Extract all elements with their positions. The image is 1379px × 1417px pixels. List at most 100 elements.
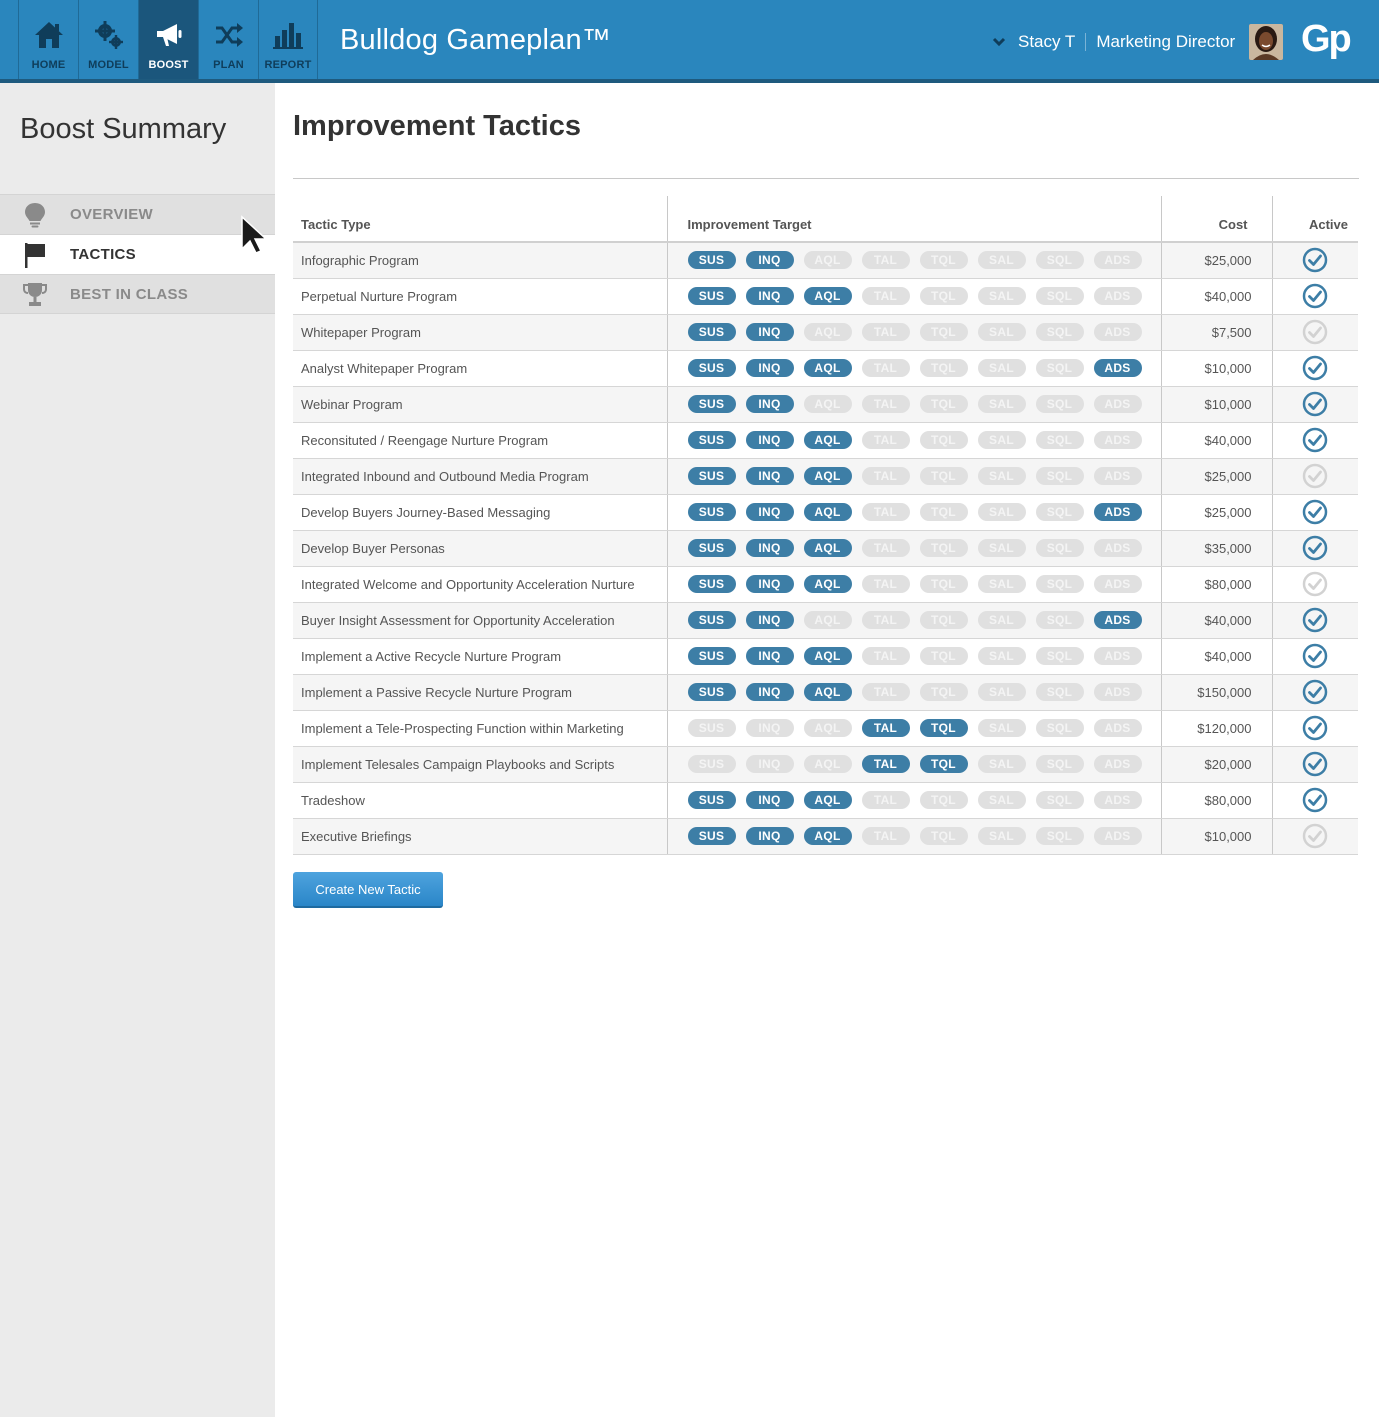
target-pill-tql[interactable]: TQL <box>919 611 968 629</box>
target-pill-tql[interactable]: TQL <box>919 755 968 773</box>
target-pill-inq[interactable]: INQ <box>745 647 794 665</box>
check-circle-active-icon[interactable] <box>1302 355 1328 381</box>
target-pill-sal[interactable]: SAL <box>977 611 1026 629</box>
nav-boost[interactable]: BOOST <box>138 0 198 79</box>
target-pill-aql[interactable]: AQL <box>803 431 852 449</box>
sidebar-item-tactics[interactable]: TACTICS <box>0 234 275 274</box>
target-pill-tql[interactable]: TQL <box>919 539 968 557</box>
target-pill-sql[interactable]: SQL <box>1035 827 1084 845</box>
target-pill-aql[interactable]: AQL <box>803 755 852 773</box>
table-row[interactable]: Implement Telesales Campaign Playbooks a… <box>293 746 1358 783</box>
table-row[interactable]: Infographic Program SUS INQ AQL TAL TQL SAL SQL… <box>293 242 1358 279</box>
tactic-name[interactable]: Infographic Program <box>293 242 667 279</box>
target-pill-ads[interactable]: ADS <box>1093 827 1142 845</box>
tactic-name[interactable]: Webinar Program <box>293 386 667 423</box>
target-pill-inq[interactable]: INQ <box>745 575 794 593</box>
target-pill-tql[interactable]: TQL <box>919 719 968 737</box>
target-pill-ads[interactable]: ADS <box>1093 323 1142 341</box>
tactic-name[interactable]: Integrated Welcome and Opportunity Accel… <box>293 566 667 603</box>
target-pill-sal[interactable]: SAL <box>977 791 1026 809</box>
target-pill-tal[interactable]: TAL <box>861 395 910 413</box>
target-pill-tql[interactable]: TQL <box>919 467 968 485</box>
target-pill-sql[interactable]: SQL <box>1035 539 1084 557</box>
target-pill-tql[interactable]: TQL <box>919 647 968 665</box>
target-pill-inq[interactable]: INQ <box>745 359 794 377</box>
target-pill-sus[interactable]: SUS <box>687 791 736 809</box>
target-pill-tal[interactable]: TAL <box>861 647 910 665</box>
check-circle-active-icon[interactable] <box>1302 499 1328 525</box>
tactic-name[interactable]: Implement a Active Recycle Nurture Progr… <box>293 638 667 675</box>
nav-plan[interactable]: PLAN <box>198 0 258 79</box>
tactic-name[interactable]: Analyst Whitepaper Program <box>293 350 667 387</box>
tactic-name[interactable]: Buyer Insight Assessment for Opportunity… <box>293 602 667 639</box>
target-pill-inq[interactable]: INQ <box>745 323 794 341</box>
check-circle-active-icon[interactable] <box>1302 643 1328 669</box>
table-row[interactable]: Tradeshow SUS INQ AQL TAL TQL SAL SQL ADS $80,000 <box>293 782 1358 819</box>
target-pill-sal[interactable]: SAL <box>977 503 1026 521</box>
table-row[interactable]: Analyst Whitepaper Program SUS INQ AQL TAL TQ… <box>293 350 1358 387</box>
target-pill-aql[interactable]: AQL <box>803 611 852 629</box>
tactic-name[interactable]: Implement a Tele-Prospecting Function wi… <box>293 710 667 747</box>
target-pill-sal[interactable]: SAL <box>977 395 1026 413</box>
target-pill-tql[interactable]: TQL <box>919 791 968 809</box>
tactic-name[interactable]: Implement a Passive Recycle Nurture Prog… <box>293 674 667 711</box>
target-pill-tal[interactable]: TAL <box>861 323 910 341</box>
target-pill-ads[interactable]: ADS <box>1093 395 1142 413</box>
target-pill-tql[interactable]: TQL <box>919 827 968 845</box>
tactic-name[interactable]: Reconsituted / Reengage Nurture Program <box>293 422 667 459</box>
target-pill-sal[interactable]: SAL <box>977 431 1026 449</box>
target-pill-sql[interactable]: SQL <box>1035 359 1084 377</box>
check-circle-active-icon[interactable] <box>1302 535 1328 561</box>
target-pill-ads[interactable]: ADS <box>1093 791 1142 809</box>
table-row[interactable]: Executive Briefings SUS INQ AQL TAL TQL SAL SQL… <box>293 818 1358 855</box>
tactic-name[interactable]: Perpetual Nurture Program <box>293 278 667 315</box>
target-pill-inq[interactable]: INQ <box>745 251 794 270</box>
target-pill-tal[interactable]: TAL <box>861 719 910 737</box>
target-pill-aql[interactable]: AQL <box>803 719 852 737</box>
target-pill-sus[interactable]: SUS <box>687 251 736 270</box>
table-row[interactable]: Perpetual Nurture Program SUS INQ AQL TAL TQL… <box>293 278 1358 315</box>
target-pill-sus[interactable]: SUS <box>687 827 736 845</box>
tactic-name[interactable]: Tradeshow <box>293 782 667 819</box>
target-pill-tal[interactable]: TAL <box>861 827 910 845</box>
target-pill-sql[interactable]: SQL <box>1035 395 1084 413</box>
target-pill-inq[interactable]: INQ <box>745 395 794 413</box>
target-pill-sal[interactable]: SAL <box>977 359 1026 377</box>
check-circle-active-icon[interactable] <box>1302 391 1328 417</box>
target-pill-aql[interactable]: AQL <box>803 503 852 521</box>
table-row[interactable]: Implement a Tele-Prospecting Function wi… <box>293 710 1358 747</box>
target-pill-sal[interactable]: SAL <box>977 575 1026 593</box>
target-pill-tal[interactable]: TAL <box>861 683 910 701</box>
table-row[interactable]: Develop Buyer Personas SUS INQ AQL TAL TQL SAL… <box>293 530 1358 567</box>
target-pill-sal[interactable]: SAL <box>977 683 1026 701</box>
target-pill-tql[interactable]: TQL <box>919 431 968 449</box>
target-pill-inq[interactable]: INQ <box>745 431 794 449</box>
target-pill-ads[interactable]: ADS <box>1093 575 1142 593</box>
nav-report[interactable]: REPORT <box>258 0 318 79</box>
target-pill-aql[interactable]: AQL <box>803 395 852 413</box>
table-row[interactable]: Webinar Program SUS INQ AQL TAL TQL SAL SQL ADS $… <box>293 386 1358 423</box>
target-pill-inq[interactable]: INQ <box>745 719 794 737</box>
target-pill-tal[interactable]: TAL <box>861 503 910 521</box>
user-menu[interactable]: Stacy T Marketing Director <box>992 24 1284 60</box>
target-pill-sql[interactable]: SQL <box>1035 323 1084 341</box>
target-pill-tal[interactable]: TAL <box>861 467 910 485</box>
nav-model[interactable]: MODEL <box>78 0 138 79</box>
target-pill-tql[interactable]: TQL <box>919 359 968 377</box>
target-pill-sql[interactable]: SQL <box>1035 431 1084 449</box>
target-pill-inq[interactable]: INQ <box>745 539 794 557</box>
target-pill-inq[interactable]: INQ <box>745 791 794 809</box>
check-circle-active-icon[interactable] <box>1302 679 1328 705</box>
target-pill-ads[interactable]: ADS <box>1093 287 1142 305</box>
chevron-down-icon[interactable] <box>992 35 1006 49</box>
target-pill-sus[interactable]: SUS <box>687 539 736 557</box>
table-row[interactable]: Develop Buyers Journey-Based Messaging SU… <box>293 494 1358 531</box>
target-pill-sql[interactable]: SQL <box>1035 287 1084 305</box>
target-pill-tal[interactable]: TAL <box>861 359 910 377</box>
target-pill-aql[interactable]: AQL <box>803 359 852 377</box>
target-pill-ads[interactable]: ADS <box>1093 503 1142 521</box>
target-pill-tql[interactable]: TQL <box>919 251 968 270</box>
tactic-name[interactable]: Implement Telesales Campaign Playbooks a… <box>293 746 667 783</box>
target-pill-sal[interactable]: SAL <box>977 467 1026 485</box>
target-pill-inq[interactable]: INQ <box>745 755 794 773</box>
